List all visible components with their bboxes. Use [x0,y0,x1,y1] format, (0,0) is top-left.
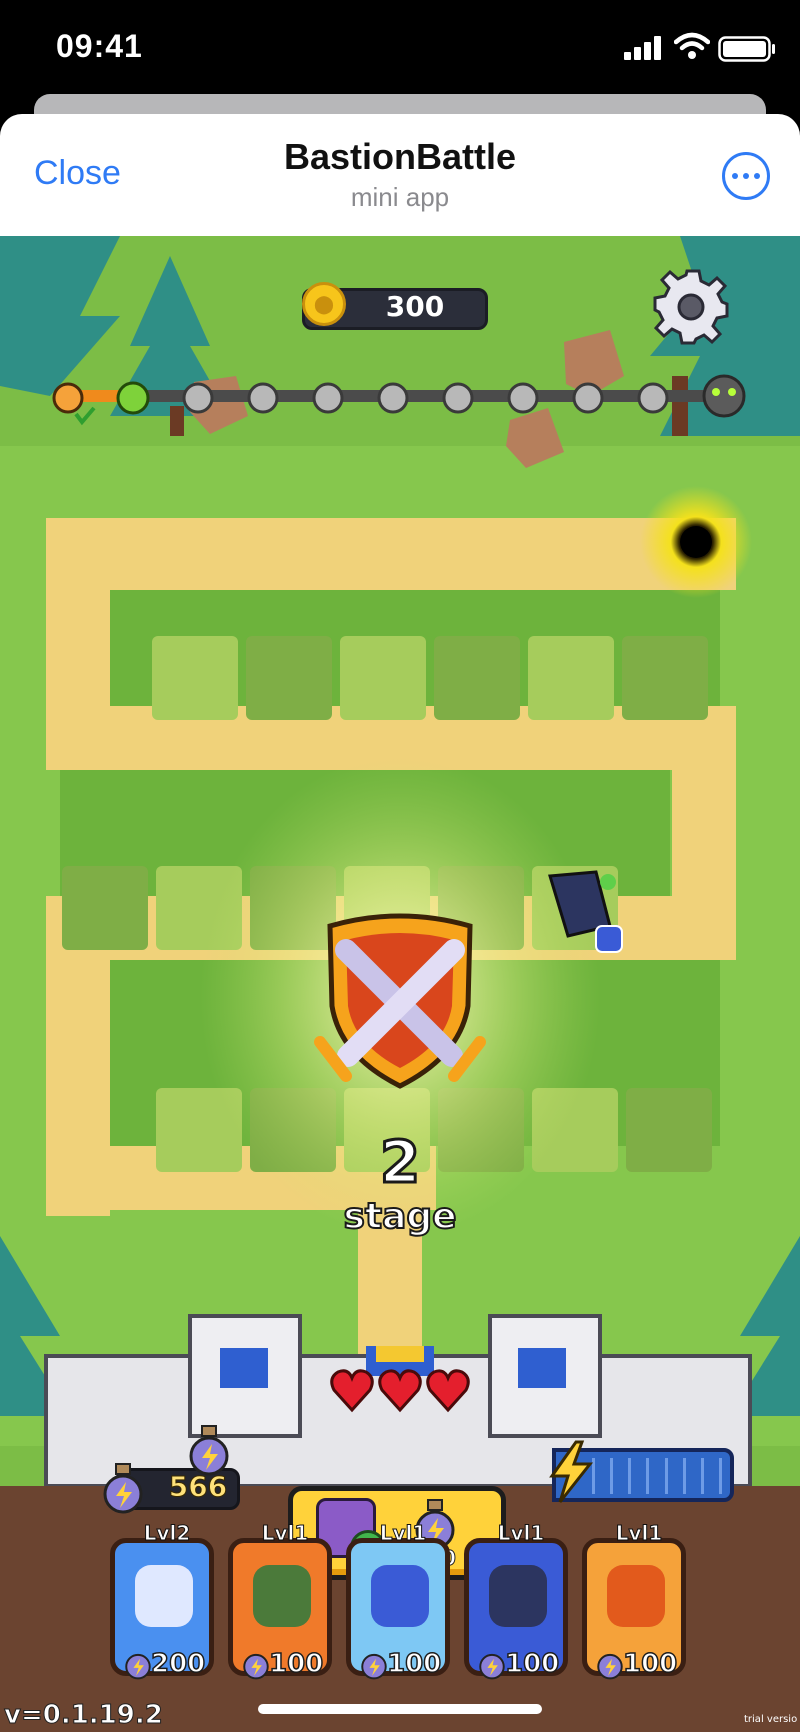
app-title: BastionBattle [283,136,517,177]
lightning-boost-icon [549,1440,594,1503]
more-dot-icon [754,173,760,179]
mini-app-header: Close BastionBattle mini app [0,114,800,236]
more-dot-icon [743,173,749,179]
card-cost: 200 [150,1648,206,1680]
heart-icon [378,1369,422,1413]
more-dot-icon [732,173,738,179]
more-options-button[interactable] [722,152,770,200]
heart-icon [426,1369,470,1413]
status-time: 09:41 [56,28,143,64]
card-cost: 100 [504,1648,560,1680]
game-canvas[interactable]: ⬤ 300 2 stage 566 + [0,236,800,1732]
coin-icon: ⬤ [302,282,346,326]
card-level: Lvl1 [497,1521,545,1546]
eagle-mage-icon [371,1565,429,1627]
stage-label: stage [342,1195,457,1238]
boost-meter-ticks [592,1458,722,1494]
card-cost: 100 [622,1648,678,1680]
energy-potion-icon [125,1653,151,1680]
card-level: Lvl1 [379,1521,427,1546]
version-label: v=0.1.19.2 [4,1700,164,1731]
stage-shield-emblem [314,913,486,1089]
home-indicator[interactable] [258,1704,542,1714]
heart-icon [330,1369,374,1413]
app-subtitle: mini app [350,182,450,212]
rabbit-gunner-icon [135,1565,193,1627]
card-level: Lvl2 [143,1521,191,1546]
energy-potion-icon [479,1653,505,1680]
settings-gear-icon[interactable] [652,268,730,346]
energy-potion-icon [597,1653,623,1680]
hero-card[interactable]: Lvl1 100 [346,1521,450,1680]
battery-icon [718,36,775,62]
energy-potion-icon [103,1463,143,1514]
hero-card[interactable]: Lvl1 100 [582,1521,686,1680]
energy-potion-icon [361,1653,387,1680]
stone-golem-icon [253,1565,311,1627]
card-cost: 100 [268,1648,324,1680]
trial-watermark: trial versio [744,1714,798,1725]
card-level: Lvl1 [261,1521,309,1546]
hero-card[interactable]: Lvl2 200 [110,1521,214,1680]
lives-hearts [330,1369,470,1413]
card-cost: 100 [386,1648,442,1680]
fire-fox-icon [607,1565,665,1627]
plague-witch-icon [489,1565,547,1627]
hero-card[interactable]: Lvl1 100 [464,1521,568,1680]
card-level: Lvl1 [615,1521,663,1546]
hero-cards: Lvl2 200 Lvl1 100 Lvl1 100 Lvl1 100 Lvl1 [110,1521,690,1688]
boss-skull-icon [702,374,746,418]
status-bar: 09:41 [0,0,800,96]
coin-value: 300 [385,290,445,323]
energy-potion-icon [189,1425,229,1476]
cellular-signal-icon [624,36,661,60]
stage-number: 2 [378,1127,421,1198]
hero-card[interactable]: Lvl1 100 [228,1521,332,1680]
energy-value: 566 [168,1470,228,1504]
energy-potion-icon [243,1653,269,1680]
wifi-icon [674,32,710,59]
